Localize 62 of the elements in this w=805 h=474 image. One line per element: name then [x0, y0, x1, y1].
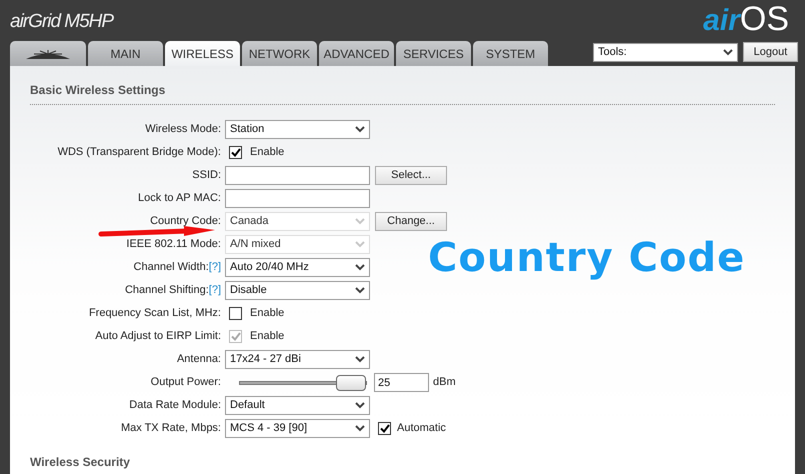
checkbox[interactable] [378, 422, 391, 435]
annotation-text: Country Code [428, 234, 746, 283]
nav-tab[interactable]: SYSTEM [473, 41, 548, 66]
field-label: Country Code: [150, 214, 221, 230]
nav-tab[interactable]: NETWORK [242, 41, 317, 66]
logout-button[interactable]: Logout [743, 42, 798, 62]
field-label: Output Power: [150, 375, 221, 390]
satellite-dish-icon [24, 48, 72, 60]
chevron-down-icon [355, 287, 365, 294]
dropdown[interactable]: Station [225, 120, 370, 139]
field-label: Channel Width: [134, 260, 209, 276]
checkbox-label: Enable [250, 329, 284, 344]
field-label: SSID: [192, 168, 221, 184]
checkbox-label: Automatic [397, 421, 446, 436]
checkbox-label: Enable [250, 145, 284, 160]
field-label: IEEE 802.11 Mode: [126, 237, 221, 252]
checkmark-icon [380, 424, 390, 433]
chevron-down-icon [355, 241, 365, 248]
unit-label: dBm [433, 375, 456, 390]
section-title: Basic Wireless Settings [30, 83, 166, 97]
nav-tab[interactable]: SERVICES [396, 41, 471, 66]
field-label: Lock to AP MAC: [138, 191, 221, 206]
input-field[interactable]: 25 [374, 373, 429, 392]
chevron-down-icon [355, 126, 365, 133]
dropdown[interactable]: Disable [225, 281, 370, 300]
chevron-down-icon [355, 425, 365, 432]
product-logo: airGrid M5HP [10, 10, 114, 34]
chevron-down-icon [723, 48, 733, 56]
checkmark-icon [230, 148, 240, 157]
section-title: Wireless Security [30, 455, 130, 469]
checkbox-label: Enable [250, 306, 284, 322]
field-label: Data Rate Module: [129, 398, 221, 414]
dropdown[interactable]: Default [225, 396, 370, 415]
dropdown[interactable]: 17x24 - 27 dBi [225, 350, 370, 369]
chevron-down-icon [355, 402, 365, 409]
action-button[interactable]: Select... [375, 166, 447, 185]
field-label: Channel Shifting: [124, 283, 209, 298]
chevron-down-icon [355, 264, 365, 271]
help-link[interactable]: [?] [208, 259, 221, 276]
nav-tab[interactable]: MAIN [88, 41, 163, 66]
dropdown[interactable]: MCS 4 - 39 [90] [225, 419, 370, 438]
field-label: Auto Adjust to EIRP Limit: [95, 329, 221, 344]
brand-logo: airOS [703, 2, 789, 36]
chevron-down-icon [355, 218, 365, 225]
slider-thumb[interactable] [336, 374, 366, 390]
input-field[interactable] [225, 166, 370, 185]
chevron-down-icon [355, 356, 365, 363]
checkmark-icon [230, 332, 240, 341]
nav-tab[interactable]: WIRELESS [165, 41, 240, 66]
help-link[interactable]: [?] [208, 282, 221, 299]
field-label: Antenna: [176, 352, 221, 368]
field-label: Frequency Scan List, MHz: [88, 306, 221, 322]
home-tab[interactable] [10, 41, 86, 66]
field-label: Wireless Mode: [145, 122, 221, 138]
tools-dropdown[interactable]: Tools: [593, 42, 738, 62]
field-label: WDS (Transparent Bridge Mode): [58, 145, 221, 160]
checkbox[interactable] [229, 307, 242, 320]
checkbox[interactable] [229, 146, 242, 159]
dropdown[interactable]: Auto 20/40 MHz [225, 258, 370, 277]
input-field[interactable] [225, 189, 370, 208]
field-label: Max TX Rate, Mbps: [120, 421, 221, 436]
nav-tab[interactable]: ADVANCED [319, 41, 394, 66]
